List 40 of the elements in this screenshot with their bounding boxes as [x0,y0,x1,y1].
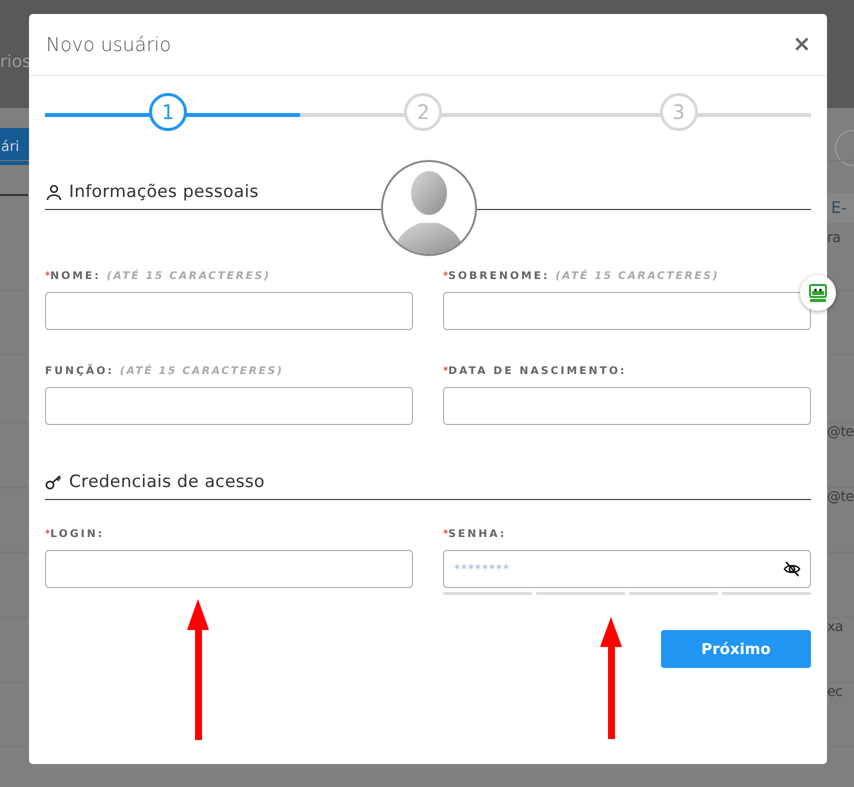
table-cell: ec [827,684,842,700]
step-circle[interactable]: 1 [149,93,187,131]
field-label: NOME: [50,270,101,282]
field-label: FUNÇÃO: [45,365,114,377]
required-mark: * [45,270,50,282]
required-mark: * [443,365,448,377]
input-field[interactable] [45,387,413,425]
field-hint: (ATÉ 15 CARACTERES) [120,365,284,377]
field-label: LOGIN: [50,528,104,540]
close-button[interactable]: × [792,34,811,56]
input-field[interactable] [45,550,413,588]
input-field[interactable] [443,387,811,425]
column-header: E- [827,193,854,223]
section-title: Credenciais de acesso [69,472,265,492]
required-mark: * [45,528,50,540]
avatar-icon[interactable] [380,159,478,257]
dialog-title: Novo usuário [46,34,172,56]
table-cell: xa [827,619,843,635]
required-mark: * [443,270,448,282]
field-label: SENHA: [448,528,506,540]
robot-icon[interactable] [808,283,828,303]
field-label: SOBRENOME: [448,270,550,282]
table-cell: @te [827,424,854,440]
next-button[interactable]: Próximo [661,630,811,668]
field-label: DATA DE NASCIMENTO: [448,365,627,377]
eye-slash-icon[interactable] [783,560,801,578]
step-circle[interactable]: 2 [404,93,442,131]
field-hint: (ATÉ 15 CARACTERES) [106,270,271,282]
person-icon [45,183,63,201]
password-field[interactable]: ******** [443,550,811,588]
table-cell: @te [827,489,854,505]
step-circle[interactable]: 3 [660,93,698,131]
required-mark: * [443,528,448,540]
nav-text[interactable]: rios [0,52,31,72]
input-field[interactable] [45,292,413,330]
field-hint: (ATÉ 15 CARACTERES) [556,270,720,282]
section-title: Informações pessoais [69,182,259,202]
new-user-button[interactable]: ári [0,128,29,165]
table-cell: ra [827,230,840,246]
key-icon [45,473,63,491]
